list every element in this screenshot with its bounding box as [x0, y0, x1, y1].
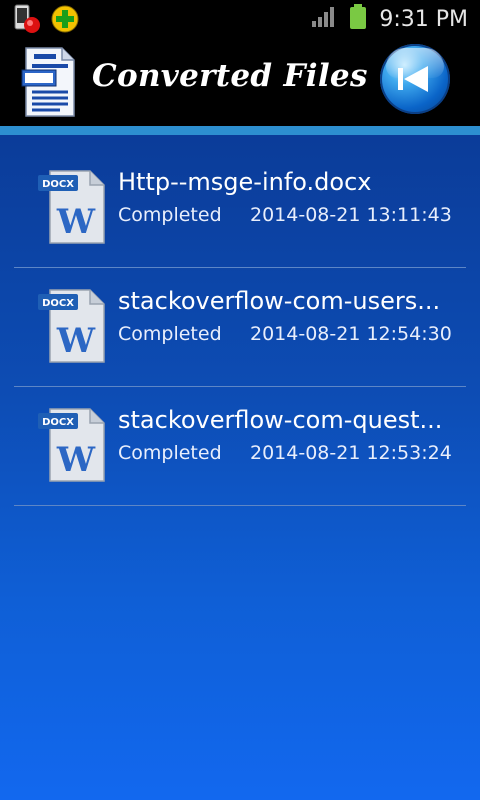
- docx-file-icon: DOCX W: [38, 288, 106, 364]
- docx-file-icon: DOCX W: [38, 407, 106, 483]
- docx-badge: DOCX: [42, 179, 74, 190]
- docx-file-icon: DOCX W: [38, 169, 106, 245]
- status-bar: 9:31 PM: [0, 0, 480, 38]
- docx-badge: DOCX: [42, 417, 74, 428]
- notification-icons: [12, 3, 80, 39]
- file-status: Completed: [118, 323, 222, 345]
- file-name: Http--msge-info.docx: [118, 168, 372, 196]
- app-logo-icon: [20, 46, 78, 118]
- clock-time: 9:31 PM: [379, 6, 468, 32]
- file-date: 2014-08-21 12:54:30: [250, 323, 452, 345]
- word-letter: W: [56, 202, 96, 242]
- skip-back-icon: [398, 66, 428, 92]
- screen: 9:31 PM Converted Files DOCX W Http--msg…: [0, 0, 480, 800]
- list-item[interactable]: DOCX W Http--msge-info.docx Completed 20…: [14, 135, 466, 253]
- file-name: stackoverflow-com-quest...: [118, 406, 443, 434]
- app-header: Converted Files: [0, 38, 480, 126]
- file-date: 2014-08-21 12:53:24: [250, 442, 452, 464]
- signal-icon: [311, 6, 337, 32]
- file-name: stackoverflow-com-users...: [118, 287, 441, 315]
- row-divider: [14, 505, 466, 506]
- docx-badge: DOCX: [42, 298, 74, 309]
- file-list: DOCX W Http--msge-info.docx Completed 20…: [0, 135, 480, 800]
- battery-icon: [349, 4, 367, 34]
- back-button[interactable]: [380, 44, 450, 114]
- file-date: 2014-08-21 13:11:43: [250, 204, 452, 226]
- word-letter: W: [56, 440, 96, 480]
- system-icons: 9:31 PM: [311, 0, 468, 38]
- header-divider: [0, 126, 480, 135]
- page-title: Converted Files: [92, 58, 368, 94]
- file-status: Completed: [118, 204, 222, 226]
- word-letter: W: [56, 321, 96, 361]
- list-item[interactable]: DOCX W stackoverflow-com-quest... Comple…: [14, 373, 466, 491]
- add-notification-icon: [50, 4, 80, 38]
- list-item[interactable]: DOCX W stackoverflow-com-users... Comple…: [14, 254, 466, 372]
- file-status: Completed: [118, 442, 222, 464]
- phone-notification-icon: [12, 3, 44, 39]
